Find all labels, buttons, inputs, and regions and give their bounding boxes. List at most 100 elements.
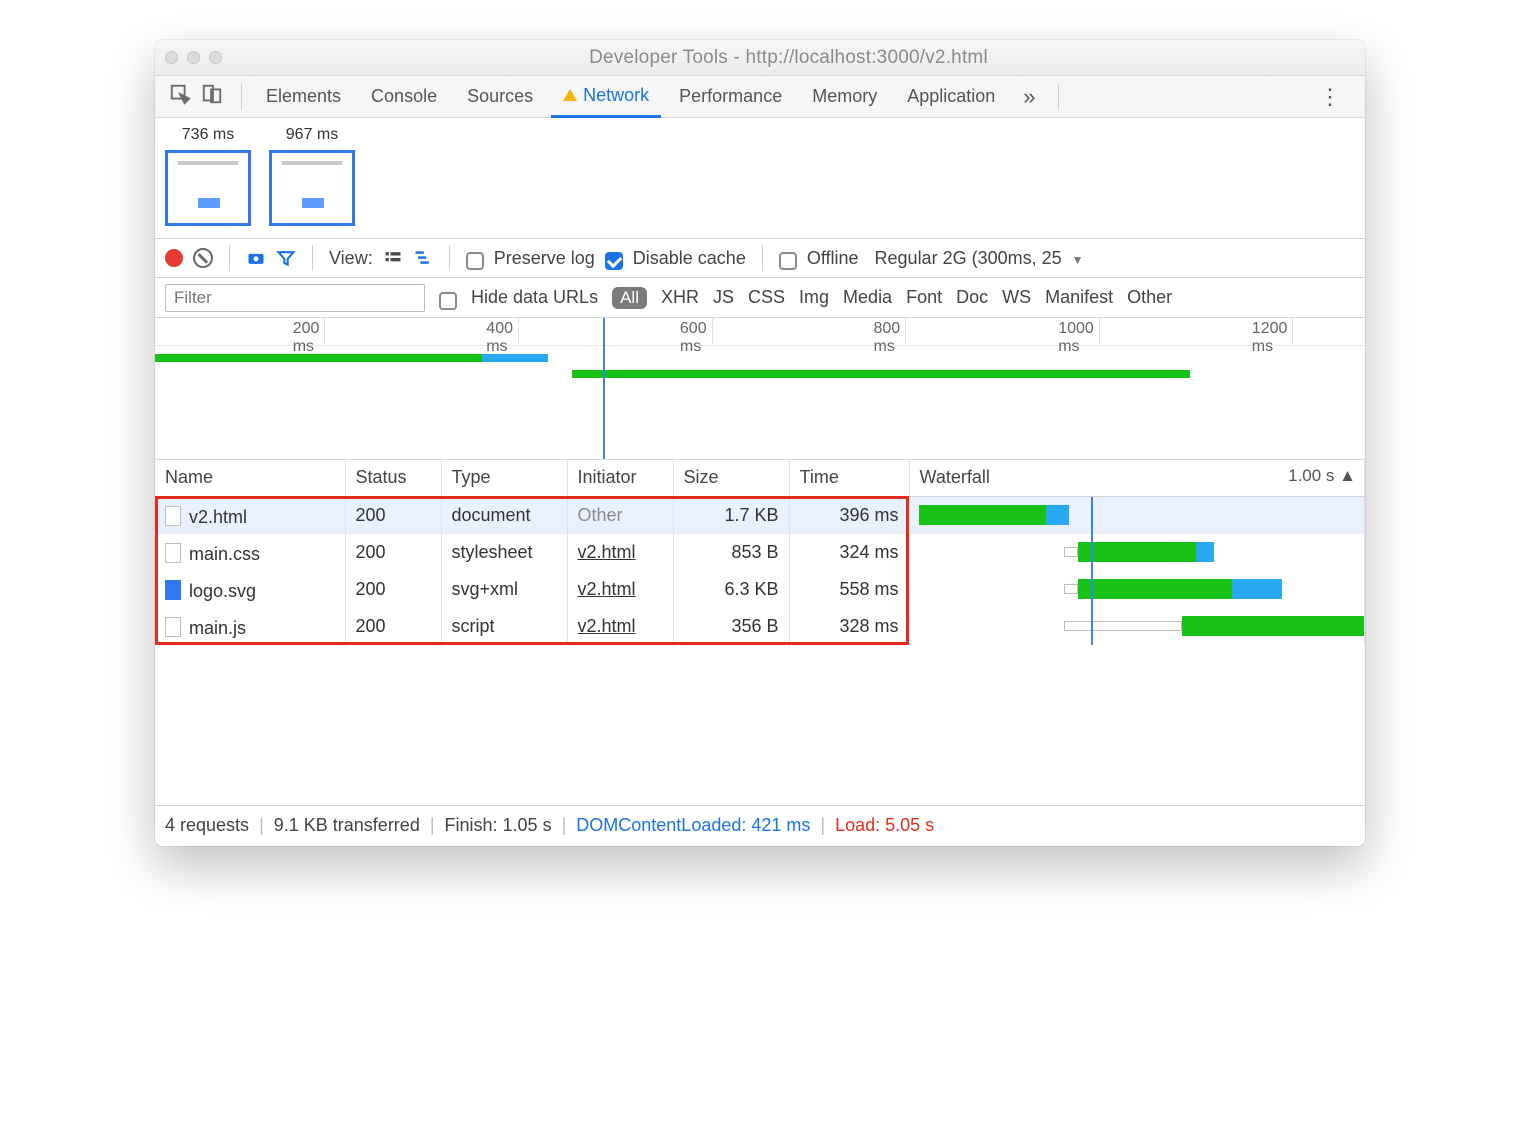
disable-cache-checkbox[interactable] [605,252,623,270]
throttle-select[interactable]: Regular 2G (300ms, 25 ▼ [875,248,1084,269]
overview-bars [155,348,1365,374]
table-row[interactable]: v2.html200documentOther1.7 KB396 ms [155,496,1365,534]
col-type[interactable]: Type [441,460,567,496]
tab-label: Network [583,85,649,106]
large-rows-icon[interactable] [383,248,403,268]
overview-bar [875,370,1190,378]
cell-waterfall [909,496,1365,534]
divider: | [430,815,435,836]
filter-type-xhr[interactable]: XHR [661,287,699,308]
filmstrip-frame[interactable]: 736 ms [165,126,251,226]
status-bar: 4 requests | 9.1 KB transferred | Finish… [155,806,1365,846]
filter-type-ws[interactable]: WS [1002,287,1031,308]
frame-thumbnail [269,150,355,226]
disable-cache-label: Disable cache [633,248,746,269]
cell-status: 200 [345,534,441,571]
filmstrip: 736 ms 967 ms [155,118,1365,238]
requests-table: Name Status Type Initiator Size Time Wat… [155,460,1365,645]
tab-console[interactable]: Console [359,76,449,117]
device-toggle-icon[interactable] [201,83,223,110]
tab-network[interactable]: Network [551,77,661,118]
inspect-icon[interactable] [169,83,191,110]
tab-label: Performance [679,86,782,107]
filter-type-media[interactable]: Media [843,287,892,308]
divider: | [820,815,825,836]
filmstrip-frame[interactable]: 967 ms [269,126,355,226]
screenshot-icon[interactable] [246,248,266,268]
overview-ticks: 200 ms400 ms600 ms800 ms1000 ms1200 ms [155,318,1365,346]
overview-tick: 400 ms [518,318,519,345]
table-empty-area [155,645,1365,805]
status-requests: 4 requests [165,815,249,836]
more-tabs-button[interactable]: » [1013,84,1045,110]
divider: | [259,815,264,836]
table-row[interactable]: main.js200scriptv2.html356 B328 ms [155,608,1365,645]
filter-type-img[interactable]: Img [799,287,829,308]
overview-bar [482,354,549,362]
divider [229,245,230,271]
tab-label: Application [907,86,995,107]
tab-sources[interactable]: Sources [455,76,545,117]
hide-data-urls-checkbox[interactable] [439,292,457,310]
filter-type-other[interactable]: Other [1127,287,1172,308]
filter-type-css[interactable]: CSS [748,287,785,308]
tab-elements[interactable]: Elements [254,76,353,117]
window-close-icon[interactable] [165,51,178,64]
status-domcontentloaded: DOMContentLoaded: 421 ms [576,815,810,836]
cell-name: main.css [155,534,345,571]
col-time[interactable]: Time [789,460,909,496]
overview-tick: 1000 ms [1099,318,1100,345]
initiator-link[interactable]: v2.html [578,542,636,562]
overview-tick: 1200 ms [1292,318,1293,345]
filter-type-font[interactable]: Font [906,287,942,308]
cell-size: 6.3 KB [673,571,789,608]
table-row[interactable]: logo.svg200svg+xmlv2.html6.3 KB558 ms [155,571,1365,608]
titlebar: Developer Tools - http://localhost:3000/… [155,40,1365,76]
preserve-log-checkbox[interactable] [466,252,484,270]
settings-kebab-icon[interactable]: ⋮ [1305,84,1357,110]
divider [241,84,242,110]
col-initiator[interactable]: Initiator [567,460,673,496]
window-title: Developer Tools - http://localhost:3000/… [222,47,1355,69]
window-minimize-icon[interactable] [187,51,200,64]
throttle-value: Regular 2G (300ms, 25 [875,248,1062,268]
clear-icon[interactable] [193,248,213,268]
col-waterfall[interactable]: Waterfall 1.00 s ▲ [909,460,1365,496]
tab-performance[interactable]: Performance [667,76,794,117]
filter-input[interactable] [165,284,425,312]
overview-bar [155,354,482,362]
filter-icon[interactable] [276,248,296,268]
window-zoom-icon[interactable] [209,51,222,64]
table-header-row: Name Status Type Initiator Size Time Wat… [155,460,1365,496]
cell-time: 558 ms [789,571,909,608]
overview-tick: 200 ms [324,318,325,345]
timeline-overview[interactable]: 200 ms400 ms600 ms800 ms1000 ms1200 ms [155,318,1365,460]
divider [312,245,313,271]
tab-application[interactable]: Application [895,76,1007,117]
network-toolbar: View: Preserve log Disable cache Offline… [155,238,1365,278]
overview-tick: 800 ms [905,318,906,345]
col-size[interactable]: Size [673,460,789,496]
filter-type-manifest[interactable]: Manifest [1045,287,1113,308]
initiator-link[interactable]: v2.html [578,579,636,599]
tab-memory[interactable]: Memory [800,76,889,117]
overview-cursor[interactable] [603,318,605,459]
offline-label: Offline [807,248,859,269]
devtools-window: Developer Tools - http://localhost:3000/… [155,40,1365,846]
cell-size: 1.7 KB [673,496,789,534]
filter-type-js[interactable]: JS [713,287,734,308]
col-status[interactable]: Status [345,460,441,496]
filter-type-all[interactable]: All [612,287,647,309]
divider: | [562,815,567,836]
col-waterfall-label: Waterfall [920,467,990,487]
waterfall-view-icon[interactable] [413,248,433,268]
record-icon[interactable] [165,249,183,267]
table-row[interactable]: main.css200stylesheetv2.html853 B324 ms [155,534,1365,571]
initiator-text: Other [578,505,623,525]
preserve-log-label: Preserve log [494,248,595,269]
cell-time: 396 ms [789,496,909,534]
offline-checkbox[interactable] [779,252,797,270]
filter-type-doc[interactable]: Doc [956,287,988,308]
col-name[interactable]: Name [155,460,345,496]
initiator-link[interactable]: v2.html [578,616,636,636]
